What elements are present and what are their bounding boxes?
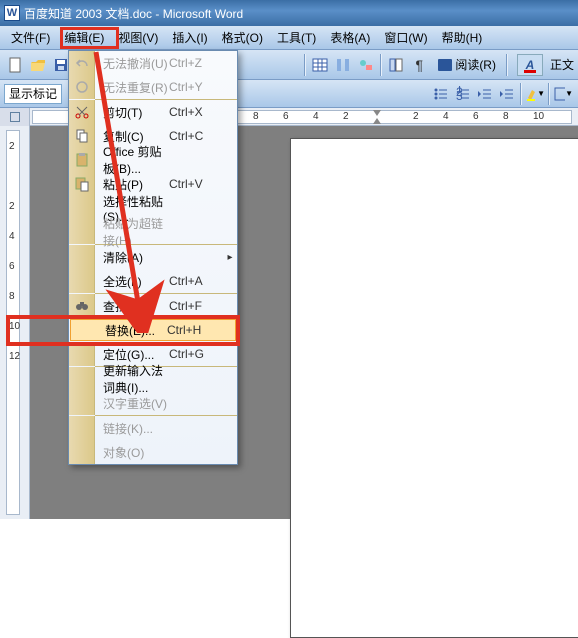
floppy-disk-icon: [53, 57, 69, 73]
edit-menu-dropdown: 无法撤消(U)Ctrl+Z 无法重复(R)Ctrl+Y 剪切(T)Ctrl+X …: [68, 50, 238, 465]
borders-button[interactable]: ▼: [552, 83, 574, 105]
submenu-arrow-icon: ▸: [223, 252, 237, 263]
menu-item-cut[interactable]: 剪切(T)Ctrl+X: [69, 100, 237, 124]
menu-tools[interactable]: 工具(T): [270, 26, 323, 49]
redo-icon: [74, 79, 90, 95]
indent-marker-top[interactable]: [373, 110, 381, 116]
numbering-icon: 123: [455, 86, 471, 102]
menu-item-links: 链接(K)...: [69, 416, 237, 440]
shapes-icon: [358, 57, 374, 73]
columns-button[interactable]: [332, 54, 354, 76]
menu-view[interactable]: 视图(V): [111, 26, 165, 49]
folder-open-icon: [30, 57, 46, 73]
pilcrow-icon: ¶: [416, 57, 424, 73]
menu-insert[interactable]: 插入(I): [165, 26, 214, 49]
style-name-label: 正文: [550, 56, 574, 73]
svg-text:3: 3: [456, 89, 463, 102]
columns-icon: [335, 57, 351, 73]
vertical-ruler: 2 2 4 6 8 10 12: [0, 126, 30, 519]
numbering-button[interactable]: 123: [452, 83, 474, 105]
reading-layout-button[interactable]: 阅读(R): [431, 54, 503, 76]
increase-indent-button[interactable]: [496, 83, 518, 105]
paste-icon: [74, 176, 90, 192]
indent-icon: [499, 86, 515, 102]
decrease-indent-button[interactable]: [474, 83, 496, 105]
menu-edit[interactable]: 编辑(E): [57, 26, 111, 49]
drawing-button[interactable]: [355, 54, 377, 76]
menu-item-select-all[interactable]: 全选(L)Ctrl+A: [69, 269, 237, 293]
new-doc-button[interactable]: [4, 54, 26, 76]
menu-table[interactable]: 表格(A): [323, 26, 377, 49]
border-icon: [553, 86, 565, 102]
menu-item-object: 对象(O): [69, 440, 237, 464]
menu-item-find[interactable]: 查找(F)...Ctrl+F: [69, 294, 237, 318]
highlighter-icon: [525, 86, 537, 102]
copy-icon: [74, 128, 90, 144]
menu-window[interactable]: 窗口(W): [377, 26, 434, 49]
menu-help[interactable]: 帮助(H): [435, 26, 490, 49]
menu-item-clear[interactable]: 清除(A)▸: [69, 245, 237, 269]
menu-format[interactable]: 格式(O): [215, 26, 270, 49]
tab-selector[interactable]: [10, 112, 20, 122]
table-icon: [312, 57, 328, 73]
menu-item-replace[interactable]: 替换(E)...Ctrl+H: [70, 319, 236, 341]
menu-item-hanzi: 汉字重选(V): [69, 391, 237, 415]
document-page[interactable]: [290, 138, 578, 638]
outdent-icon: [477, 86, 493, 102]
undo-icon: [74, 55, 90, 71]
insert-table-button[interactable]: [309, 54, 331, 76]
highlight-button[interactable]: ▼: [524, 83, 546, 105]
bullets-icon: [433, 86, 449, 102]
bullets-button[interactable]: [430, 83, 452, 105]
menu-file[interactable]: 文件(F): [4, 26, 57, 49]
clipboard-icon: [74, 152, 90, 168]
menu-item-office-clipboard[interactable]: Office 剪贴板(B)...: [69, 148, 237, 172]
doc-map-icon: [388, 57, 404, 73]
book-icon: [438, 59, 452, 71]
doc-map-button[interactable]: [385, 54, 407, 76]
menu-bar: 文件(F) 编辑(E) 视图(V) 插入(I) 格式(O) 工具(T) 表格(A…: [0, 26, 578, 50]
menu-item-undo: 无法撤消(U)Ctrl+Z: [69, 51, 237, 75]
word-app-icon: W: [4, 5, 20, 21]
new-doc-icon: [7, 57, 23, 73]
font-color-button[interactable]: A: [517, 54, 543, 76]
menu-item-paste-link: 粘贴为超链接(H): [69, 220, 237, 244]
binoculars-icon: [74, 298, 90, 314]
title-bar: W 百度知道 2003 文档.doc - Microsoft Word: [0, 0, 578, 26]
menu-item-ime-dict[interactable]: 更新输入法词典(I)...: [69, 367, 237, 391]
style-selector[interactable]: 显示标记: [4, 84, 62, 104]
open-button[interactable]: [27, 54, 49, 76]
menu-item-redo: 无法重复(R)Ctrl+Y: [69, 75, 237, 99]
window-title: 百度知道 2003 文档.doc - Microsoft Word: [24, 5, 243, 22]
indent-marker-bottom[interactable]: [373, 118, 381, 124]
show-marks-button[interactable]: ¶: [408, 54, 430, 76]
scissors-icon: [74, 104, 90, 120]
